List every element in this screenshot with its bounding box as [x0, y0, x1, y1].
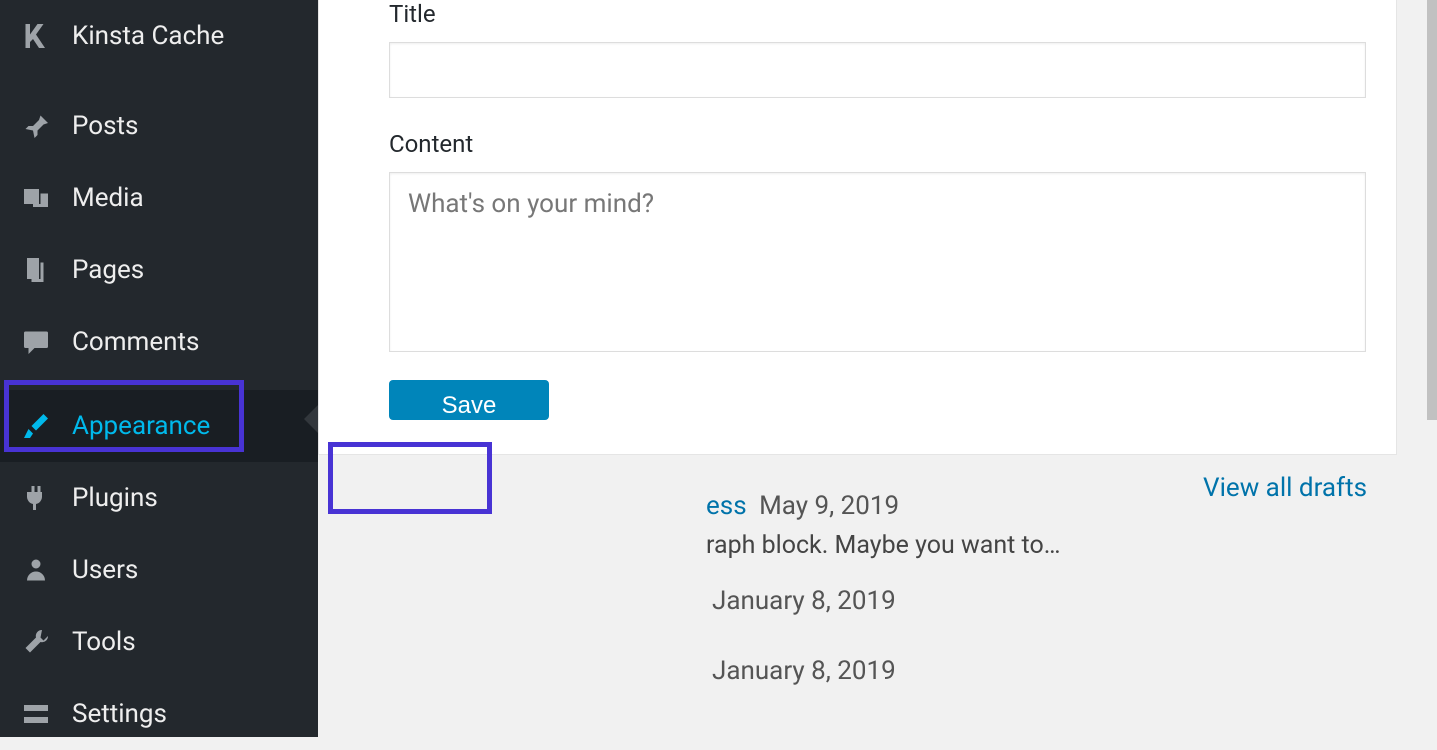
scrollbar-track[interactable] [1427, 0, 1437, 737]
sidebar-item-label: Pages [72, 255, 144, 285]
draft-date: January 8, 2019 [712, 586, 896, 616]
users-icon [18, 552, 54, 588]
scrollbar-thumb[interactable] [1427, 0, 1437, 420]
quick-draft-box: Title Content Save Draft [318, 0, 1397, 455]
sidebar-item-label: Tools [72, 627, 136, 657]
draft-date: January 8, 2019 [712, 656, 896, 686]
main-content: Title Content Save Draft View all drafts… [318, 0, 1437, 737]
sidebar-item-tools[interactable]: Tools [0, 606, 318, 678]
sidebar-item-pages[interactable]: Pages [0, 234, 318, 306]
sidebar-item-plugins[interactable]: Plugins [0, 462, 318, 534]
kinsta-icon [18, 18, 54, 54]
draft-link[interactable]: ess [706, 491, 747, 521]
content-textarea[interactable] [389, 172, 1366, 352]
draft-row: January 8, 2019 [706, 650, 1367, 692]
title-input[interactable] [389, 42, 1366, 98]
sidebar-item-label: Appearance [72, 411, 210, 441]
title-label: Title [389, 0, 1366, 42]
draft-row: January 8, 2019 [706, 580, 1367, 622]
comments-icon [18, 324, 54, 360]
view-all-drafts-link[interactable]: View all drafts [1203, 473, 1367, 503]
sidebar-item-label: Media [72, 183, 144, 213]
sidebar-item-label: Comments [72, 327, 199, 357]
plug-icon [18, 480, 54, 516]
sidebar-item-label: Settings [72, 699, 167, 729]
sidebar-item-kinsta-cache[interactable]: Kinsta Cache [0, 0, 318, 72]
sidebar-item-appearance[interactable]: Appearance [0, 390, 318, 462]
draft-date: May 9, 2019 [759, 491, 899, 521]
settings-icon [18, 696, 54, 732]
sidebar-item-label: Kinsta Cache [72, 21, 224, 51]
pages-icon [18, 252, 54, 288]
sidebar-item-label: Plugins [72, 483, 158, 513]
sidebar-item-posts[interactable]: Posts [0, 90, 318, 162]
content-label: Content [389, 98, 1366, 172]
tools-icon [18, 624, 54, 660]
sidebar-item-label: Posts [72, 111, 138, 141]
sidebar-item-media[interactable]: Media [0, 162, 318, 234]
draft-excerpt: raph block. Maybe you want to… [706, 527, 1367, 580]
admin-sidebar: Kinsta Cache Posts Media Pages Comments … [0, 0, 318, 737]
sidebar-item-users[interactable]: Users [0, 534, 318, 606]
drafts-section: View all drafts ess May 9, 2019 raph blo… [318, 455, 1437, 692]
sidebar-item-comments[interactable]: Comments [0, 306, 318, 378]
sidebar-item-settings[interactable]: Settings [0, 678, 318, 750]
media-icon [18, 180, 54, 216]
brush-icon [18, 408, 54, 444]
save-draft-button[interactable]: Save Draft [389, 380, 549, 420]
pin-icon [18, 108, 54, 144]
sidebar-item-label: Users [72, 555, 138, 585]
